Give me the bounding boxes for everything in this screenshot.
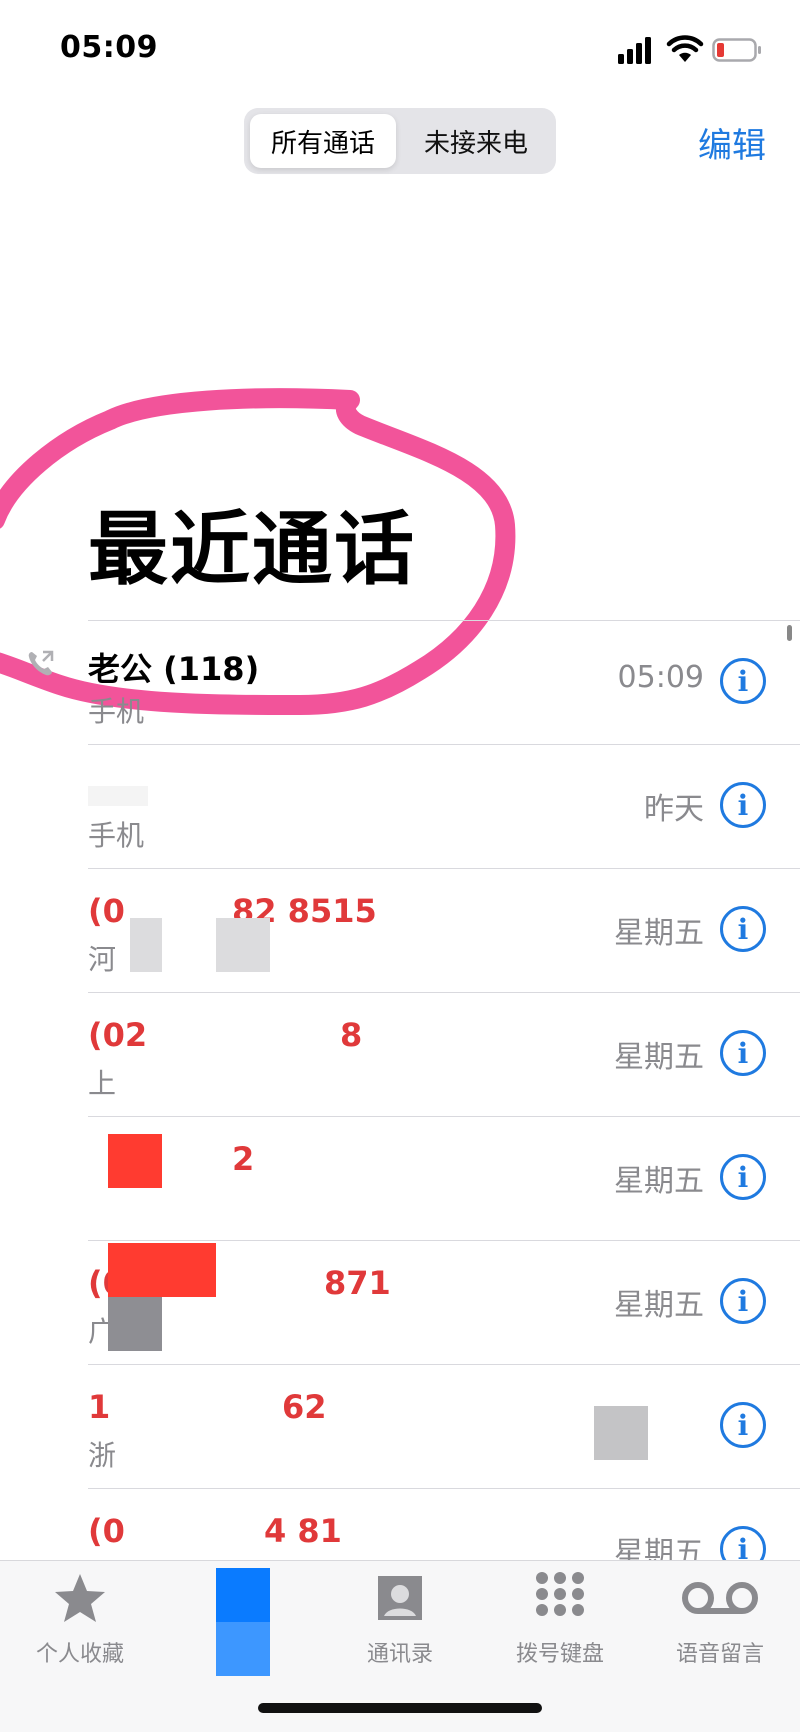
call-row[interactable]: 手机 昨天 i bbox=[0, 744, 800, 868]
info-icon[interactable]: i bbox=[720, 1278, 766, 1324]
caller-number-tail: 2 bbox=[232, 1140, 255, 1178]
status-time: 05:09 bbox=[60, 30, 158, 65]
call-time: 05:09 bbox=[617, 660, 704, 695]
caller-number-tail: 871 bbox=[324, 1264, 391, 1302]
call-location: 河 bbox=[88, 943, 117, 976]
call-time: 昨天 bbox=[644, 792, 704, 827]
redaction-block bbox=[594, 1406, 648, 1460]
keypad-icon bbox=[536, 1572, 584, 1616]
caller-number: (0 bbox=[88, 1512, 125, 1550]
tab-label: 语音留言 bbox=[675, 1642, 764, 1667]
call-time: 星期五 bbox=[614, 1288, 704, 1323]
call-location: 上 bbox=[88, 1067, 117, 1100]
redaction-blur bbox=[88, 786, 148, 806]
call-type: 手机 bbox=[88, 695, 145, 728]
call-row[interactable]: (0 82 8515 河 峡 星期五 i bbox=[0, 868, 800, 992]
star-icon bbox=[55, 1574, 105, 1622]
redaction-block bbox=[216, 918, 270, 972]
redaction-block bbox=[130, 918, 162, 972]
call-location: 浙 bbox=[88, 1439, 117, 1472]
caller-number: (02 bbox=[88, 1016, 148, 1054]
call-time: 星期五 bbox=[614, 1040, 704, 1075]
wifi-icon bbox=[666, 35, 704, 62]
call-time: 星期五 bbox=[614, 916, 704, 951]
redaction-block bbox=[108, 1297, 162, 1351]
info-icon[interactable]: i bbox=[720, 1154, 766, 1200]
call-row[interactable]: (02 8 上 星期五 i bbox=[0, 992, 800, 1116]
tab-label: 个人收藏 bbox=[35, 1642, 124, 1667]
call-time: 星期五 bbox=[614, 1164, 704, 1199]
cellular-signal-icon bbox=[618, 37, 651, 64]
page-title: 最近通话 bbox=[88, 503, 416, 596]
tab-label: 拨号键盘 bbox=[515, 1642, 604, 1667]
battery-low-icon bbox=[712, 38, 761, 62]
home-indicator[interactable] bbox=[258, 1703, 542, 1713]
segment-all-calls[interactable]: 所有通话 bbox=[250, 114, 396, 168]
call-row[interactable]: 老公 (118) 手机 05:09 i bbox=[0, 620, 800, 744]
voicemail-icon bbox=[682, 1582, 758, 1614]
info-icon[interactable]: i bbox=[720, 1402, 766, 1448]
tab-label: 通讯录 bbox=[366, 1642, 433, 1667]
caller-number-tail: 4 81 bbox=[264, 1512, 342, 1550]
info-icon[interactable]: i bbox=[720, 1030, 766, 1076]
outgoing-call-icon bbox=[28, 650, 54, 676]
info-icon[interactable]: i bbox=[720, 658, 766, 704]
caller-number-tail: 8 bbox=[340, 1016, 363, 1054]
info-icon[interactable]: i bbox=[720, 906, 766, 952]
call-type: 手机 bbox=[88, 819, 145, 852]
call-row[interactable]: 1 62 浙 i bbox=[0, 1364, 800, 1488]
person-circle-icon bbox=[378, 1576, 422, 1620]
caller-number: (0 bbox=[88, 892, 125, 930]
segment-missed-calls[interactable]: 未接来电 bbox=[400, 114, 552, 168]
redaction-block bbox=[108, 1243, 216, 1297]
caller-name: 老公 (118) bbox=[88, 650, 260, 688]
clock-icon bbox=[216, 1568, 270, 1676]
info-icon[interactable]: i bbox=[720, 782, 766, 828]
redaction-block bbox=[108, 1134, 162, 1188]
caller-number-tail: 62 bbox=[282, 1388, 327, 1426]
caller-number: 1 bbox=[88, 1388, 111, 1426]
edit-button[interactable]: 编辑 bbox=[698, 118, 766, 167]
